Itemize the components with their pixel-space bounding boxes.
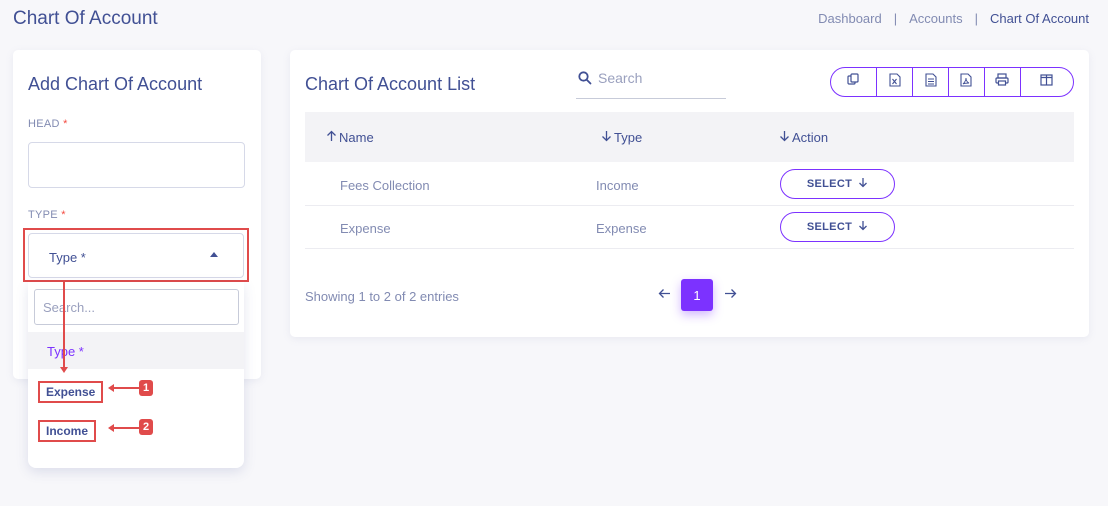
pagination-page-1[interactable]: 1 xyxy=(681,279,713,311)
csv-button[interactable] xyxy=(913,68,950,96)
breadcrumb-separator: | xyxy=(893,11,898,26)
pdf-icon xyxy=(960,72,973,92)
page-title: Chart Of Account xyxy=(13,8,158,29)
cell-name: Expense xyxy=(340,221,391,236)
cell-name: Fees Collection xyxy=(340,178,430,193)
column-header-action[interactable]: Action xyxy=(779,130,828,145)
annotation-callout-line xyxy=(112,387,140,389)
excel-icon xyxy=(889,72,901,92)
annotation-badge-2: 2 xyxy=(139,419,153,435)
breadcrumb-dashboard[interactable]: Dashboard xyxy=(818,11,882,26)
column-header-name[interactable]: Name xyxy=(326,130,374,145)
sort-arrow-up-icon xyxy=(326,130,337,145)
dropdown-option-expense[interactable]: Expense xyxy=(38,381,104,403)
annotation-arrow-left-icon xyxy=(108,384,114,392)
breadcrumb-separator: | xyxy=(974,11,978,26)
breadcrumb-current: Chart Of Account xyxy=(990,11,1089,26)
select-action-button[interactable]: SELECT xyxy=(780,212,895,242)
cell-type: Expense xyxy=(596,221,647,236)
list-title: Chart Of Account List xyxy=(305,74,476,94)
copy-icon xyxy=(847,73,860,91)
csv-icon xyxy=(925,72,937,92)
select-action-button[interactable]: SELECT xyxy=(780,169,895,199)
table-header: Name Type Action xyxy=(305,112,1074,162)
sort-arrow-down-icon xyxy=(779,130,790,145)
pagination: 1 xyxy=(647,279,747,311)
annotation-arrow-down-icon xyxy=(60,367,68,373)
annotation-highlight-box xyxy=(23,228,249,282)
breadcrumb: Dashboard | Accounts | Chart Of Account xyxy=(818,11,1089,26)
arrow-down-icon xyxy=(858,177,868,191)
copy-button[interactable] xyxy=(831,68,878,96)
column-header-type[interactable]: Type xyxy=(601,130,642,145)
type-dropdown: Type * Expense Income xyxy=(28,282,244,468)
annotation-badge-1: 1 xyxy=(139,380,153,396)
print-button[interactable] xyxy=(985,68,1021,96)
table-row: Expense Expense SELECT xyxy=(305,206,1074,249)
type-label: TYPE * xyxy=(28,209,66,221)
dropdown-option-placeholder[interactable]: Type * xyxy=(28,332,244,369)
form-title: Add Chart Of Account xyxy=(28,74,203,94)
sort-arrow-down-icon xyxy=(601,130,612,145)
arrow-down-icon xyxy=(858,220,868,234)
pagination-prev-button[interactable] xyxy=(647,279,681,311)
arrow-right-icon xyxy=(724,286,737,304)
entries-info: Showing 1 to 2 of 2 entries xyxy=(305,289,459,304)
search-input[interactable] xyxy=(598,66,718,90)
table-search xyxy=(576,64,726,99)
breadcrumb-accounts[interactable]: Accounts xyxy=(909,11,962,26)
table-row: Fees Collection Income SELECT xyxy=(305,163,1074,206)
columns-button[interactable] xyxy=(1021,68,1073,96)
annotation-callout-line xyxy=(112,427,140,429)
head-input[interactable] xyxy=(28,142,245,188)
chart-of-account-list-card: Chart Of Account List Name xyxy=(290,50,1089,337)
columns-icon xyxy=(1040,73,1053,91)
excel-button[interactable] xyxy=(877,68,914,96)
print-icon xyxy=(995,73,1009,91)
dropdown-option-income[interactable]: Income xyxy=(38,420,97,442)
pdf-button[interactable] xyxy=(949,68,985,96)
pagination-next-button[interactable] xyxy=(713,279,747,311)
arrow-left-icon xyxy=(658,286,671,304)
annotation-arrow-left-icon xyxy=(108,424,114,432)
export-button-group xyxy=(830,67,1074,97)
cell-type: Income xyxy=(596,178,639,193)
head-label: HEAD * xyxy=(28,118,68,130)
search-icon xyxy=(578,71,592,90)
annotation-connector-line xyxy=(63,282,65,370)
